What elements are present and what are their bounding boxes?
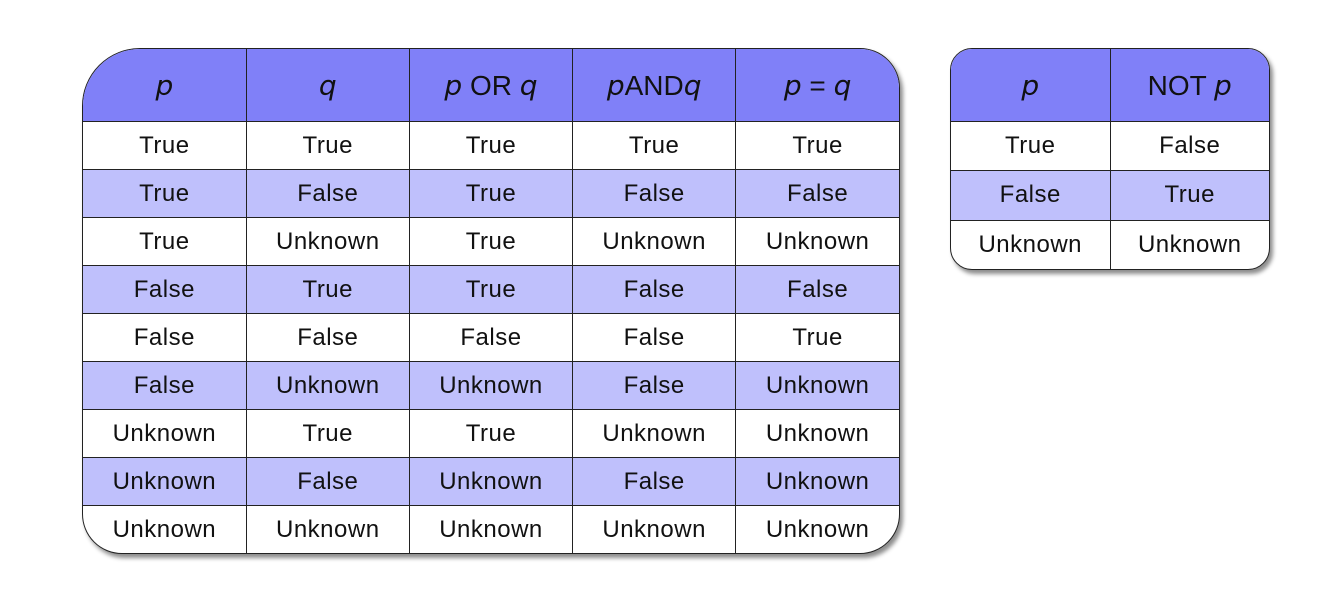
table-cell: False [572, 169, 737, 218]
table-cell: Unknown [572, 217, 737, 266]
table-cell: False [572, 361, 737, 410]
operator-label: OR [462, 69, 520, 101]
variable-symbol: p [155, 68, 174, 102]
table-cell: True [735, 313, 899, 362]
table-cell: Unknown [245, 217, 410, 266]
table-cell: True [735, 121, 899, 170]
table-row: Unknown Unknown Unknown Unknown Unknown [83, 505, 899, 553]
table-cell: False [245, 457, 410, 506]
table-cell: True [245, 409, 410, 458]
table-cell: Unknown [735, 217, 899, 266]
table-cell: Unknown [408, 505, 574, 553]
table-cell: Unknown [735, 505, 899, 553]
table-cell: Unknown [83, 457, 247, 506]
table-row: False Unknown Unknown False Unknown [83, 361, 899, 410]
table-cell: Unknown [735, 457, 899, 506]
column-header: NOT p [1109, 49, 1269, 122]
column-header: p OR q [408, 49, 574, 122]
table-row: True False [951, 120, 1269, 172]
column-header: pANDq [572, 49, 737, 122]
binary-truth-table: pqp OR q pANDq p = q True True True True True T… [83, 49, 899, 553]
table-row: Unknown Unknown [951, 219, 1269, 269]
table-cell: False [83, 265, 247, 314]
table-cell: True [951, 120, 1111, 172]
table-cell: False [572, 457, 737, 506]
table-cell: Unknown [408, 457, 574, 506]
table-cell: Unknown [735, 409, 899, 458]
table-row: True Unknown True Unknown Unknown [83, 217, 899, 266]
table-cell: Unknown [245, 361, 410, 410]
table-cell: Unknown [951, 219, 1111, 269]
table-cell: False [735, 169, 899, 218]
table-cell: False [572, 265, 737, 314]
table-cell: True [408, 265, 574, 314]
header-row: pqp OR q pANDq p = q [83, 49, 899, 122]
three-valued-logic-not-table: p NOT p True False False True Unknown Unknown [950, 48, 1270, 270]
table-cell: True [245, 121, 410, 170]
table-cell: Unknown [735, 361, 899, 410]
table-cell: False [1109, 120, 1269, 172]
table-cell: True [408, 217, 574, 266]
variable-symbol: p [1214, 68, 1232, 102]
table-cell: True [408, 121, 574, 170]
variable-symbol: p [606, 68, 625, 102]
variable-symbol: p [1021, 68, 1040, 102]
table-cell: False [735, 265, 899, 314]
operator-label: = [801, 69, 834, 101]
table-cell: Unknown [1109, 219, 1269, 269]
table-row: Unknown False Unknown False Unknown [83, 457, 899, 506]
table-row: False True [951, 170, 1269, 221]
header-row: p NOT p [951, 49, 1269, 122]
table-cell: True [83, 169, 247, 218]
table-cell: True [83, 217, 247, 266]
column-header: q [245, 49, 410, 122]
table-cell: Unknown [572, 409, 737, 458]
table-cell: Unknown [83, 505, 247, 553]
column-header: p [83, 49, 247, 122]
table-cell: Unknown [408, 361, 574, 410]
variable-symbol: q [683, 68, 702, 102]
table-row: True True True True True [83, 121, 899, 170]
operator-label: NOT [1147, 69, 1215, 101]
column-header: p [951, 49, 1111, 122]
variable-symbol: q [833, 68, 852, 102]
table-cell: Unknown [245, 505, 410, 553]
table-cell: False [83, 313, 247, 362]
table-cell: True [83, 121, 247, 170]
table-cell: False [245, 169, 410, 218]
variable-symbol: q [519, 68, 538, 102]
table-cell: False [951, 170, 1111, 221]
table-cell: False [572, 313, 737, 362]
operator-label: AND [624, 69, 684, 101]
table-cell: Unknown [83, 409, 247, 458]
table-cell: False [408, 313, 574, 362]
table-row: True False True False False [83, 169, 899, 218]
table-row: False False False False True [83, 313, 899, 362]
table-cell: True [408, 409, 574, 458]
table-cell: True [572, 121, 737, 170]
table-row: False True True False False [83, 265, 899, 314]
table-cell: False [83, 361, 247, 410]
column-header: p = q [735, 49, 899, 122]
table-cell: Unknown [572, 505, 737, 553]
variable-symbol: p [444, 68, 463, 102]
variable-symbol: p [783, 68, 802, 102]
table-cell: True [1109, 170, 1269, 221]
table-cell: False [245, 313, 410, 362]
not-truth-table: p NOT p True False False True Unknown Unknown [951, 49, 1269, 269]
table-cell: True [408, 169, 574, 218]
three-valued-logic-binary-table: pqp OR q pANDq p = q True True True True True T… [82, 48, 900, 554]
table-cell: True [245, 265, 410, 314]
table-row: Unknown True True Unknown Unknown [83, 409, 899, 458]
variable-symbol: q [318, 68, 337, 102]
